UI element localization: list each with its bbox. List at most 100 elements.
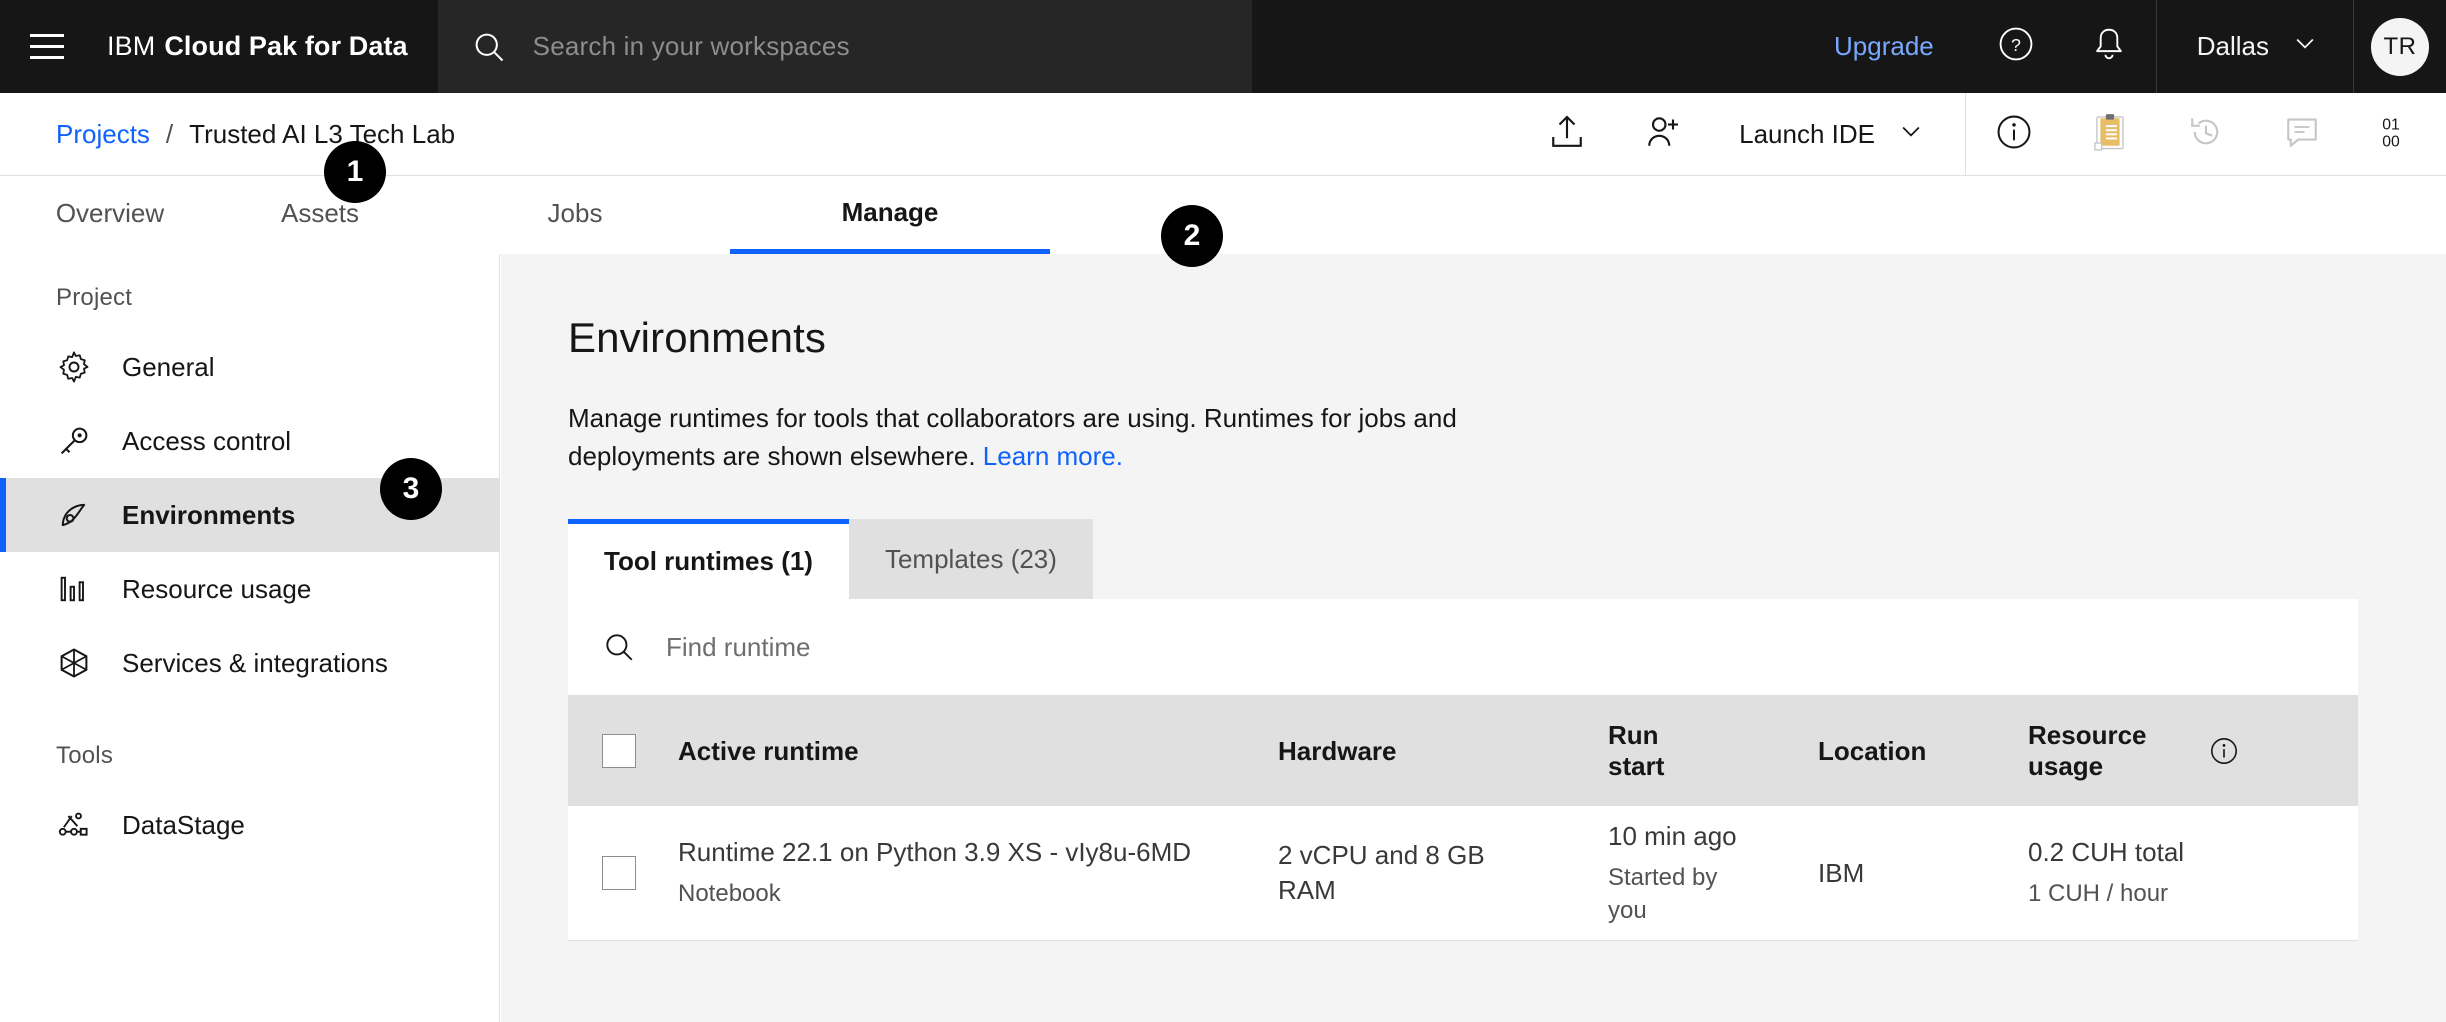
upgrade-link[interactable]: Upgrade <box>1798 0 1970 93</box>
runtimes-panel: Find runtime Active runtime Hardware Run… <box>568 599 2358 941</box>
annotation-badge-2: 2 <box>1161 205 1223 267</box>
help-circle-icon: ? <box>1997 25 2035 68</box>
tab-overview[interactable]: Overview <box>0 176 220 254</box>
column-resource-usage[interactable]: Resource usage <box>2028 696 2358 806</box>
user-avatar-button[interactable]: TR <box>2353 0 2446 93</box>
integrations-icon <box>56 644 94 682</box>
sidebar-item-resource-usage[interactable]: Resource usage <box>0 552 499 626</box>
binary-data-button[interactable]: 0100 <box>2350 93 2446 176</box>
key-icon <box>56 422 94 460</box>
find-runtime-input[interactable]: Find runtime <box>666 632 811 663</box>
column-resource-usage-label: Resource usage <box>2028 720 2178 782</box>
search-input[interactable]: Search in your workspaces <box>533 31 850 62</box>
runtime-name: Runtime 22.1 on Python 3.9 XS - vIy8u-6M… <box>678 835 1278 870</box>
notifications-button[interactable] <box>2063 0 2156 93</box>
brand-prefix: IBM <box>107 31 155 62</box>
launch-ide-label: Launch IDE <box>1739 119 1875 150</box>
sidebar-item-environments-label: Environments <box>122 500 295 531</box>
brand-name: Cloud Pak for Data <box>164 31 407 62</box>
cell-location: IBM <box>1818 806 2028 940</box>
header-spacer <box>1252 0 1798 93</box>
table-header: Active runtime Hardware Run start Locati… <box>568 696 2358 806</box>
project-toolbar: Launch IDE <box>1519 93 2446 176</box>
breadcrumb-current: Trusted AI L3 Tech Lab <box>189 119 455 150</box>
region-label: Dallas <box>2197 31 2269 62</box>
page-description: Manage runtimes for tools that collabora… <box>501 362 1601 475</box>
table-row[interactable]: Runtime 22.1 on Python 3.9 XS - vIy8u-6M… <box>568 806 2358 940</box>
svg-text:?: ? <box>2011 35 2021 55</box>
column-active-runtime[interactable]: Active runtime <box>678 696 1278 806</box>
row-select-cell <box>568 806 678 940</box>
column-hardware[interactable]: Hardware <box>1278 696 1608 806</box>
tab-assets-label: Assets <box>281 198 359 229</box>
global-search[interactable]: Search in your workspaces <box>438 0 1252 93</box>
breadcrumb-projects-link[interactable]: Projects <box>56 119 150 150</box>
project-sidebar: Project General Access control Environme… <box>0 254 500 1022</box>
sidebar-item-datastage[interactable]: DataStage <box>0 788 499 862</box>
environments-subtabs: Tool runtimes (1) Templates (23) <box>568 519 2446 599</box>
sidebar-item-general-label: General <box>122 352 215 383</box>
avatar: TR <box>2371 18 2429 76</box>
tab-jobs-label: Jobs <box>548 198 603 229</box>
upload-icon <box>1547 112 1587 157</box>
learn-more-link[interactable]: Learn more. <box>983 441 1123 471</box>
sidebar-section-project: Project <box>0 254 499 330</box>
cell-hardware: 2 vCPU and 8 GB RAM <box>1278 806 1608 940</box>
search-icon <box>602 630 636 664</box>
svg-text:00: 00 <box>2382 133 2400 150</box>
info-circle-icon[interactable] <box>2209 736 2239 766</box>
tab-jobs[interactable]: Jobs <box>420 176 730 254</box>
tab-manage[interactable]: Manage <box>730 176 1050 254</box>
upload-button[interactable] <box>1519 93 1615 176</box>
help-button[interactable]: ? <box>1970 0 2063 93</box>
clipboard-button[interactable] <box>2062 93 2158 176</box>
comment-button[interactable] <box>2254 93 2350 176</box>
select-all-cell <box>568 696 678 806</box>
subtab-templates[interactable]: Templates (23) <box>849 519 1093 599</box>
hamburger-menu-button[interactable] <box>0 0 93 93</box>
comment-icon <box>2282 112 2322 157</box>
bell-icon <box>2090 25 2128 68</box>
gear-icon <box>56 348 94 386</box>
breadcrumb-separator: / <box>166 119 173 150</box>
table-header-row: Active runtime Hardware Run start Locati… <box>568 696 2358 806</box>
cell-resource-usage: 0.2 CUH total 1 CUH / hour <box>2028 806 2358 940</box>
sidebar-item-general[interactable]: General <box>0 330 499 404</box>
brand-logo[interactable]: IBM Cloud Pak for Data <box>93 0 438 93</box>
hardware-value: 2 vCPU and 8 GB RAM <box>1278 838 1488 908</box>
binary-data-icon: 0100 <box>2377 111 2419 158</box>
chevron-down-icon <box>2291 29 2319 64</box>
cell-run-start: 10 min ago Started by you <box>1608 806 1818 940</box>
region-selector[interactable]: Dallas <box>2156 0 2353 93</box>
history-button[interactable] <box>2158 93 2254 176</box>
page-title: Environments <box>501 254 2446 362</box>
sidebar-item-services-integrations[interactable]: Services & integrations <box>0 626 499 700</box>
launch-ide-button[interactable]: Launch IDE <box>1711 93 1965 176</box>
find-runtime-search[interactable]: Find runtime <box>568 599 2358 696</box>
tab-assets[interactable]: Assets <box>220 176 420 254</box>
resource-usage-rate: 1 CUH / hour <box>2028 878 2358 910</box>
run-start-value: 10 min ago <box>1608 819 1758 854</box>
svg-text:01: 01 <box>2382 116 2400 133</box>
main-content: Environments Manage runtimes for tools t… <box>501 254 2446 1022</box>
row-checkbox[interactable] <box>602 856 636 890</box>
tab-manage-label: Manage <box>842 197 939 228</box>
datastage-icon <box>56 806 94 844</box>
runtimes-table: Active runtime Hardware Run start Locati… <box>568 696 2358 941</box>
run-start-sub: Started by you <box>1608 862 1738 927</box>
column-run-start[interactable]: Run start <box>1608 696 1818 806</box>
annotation-badge-1: 1 <box>324 141 386 203</box>
select-all-checkbox[interactable] <box>602 734 636 768</box>
subtab-tool-runtimes-label: Tool runtimes (1) <box>604 546 813 577</box>
global-header: IBM Cloud Pak for Data Search in your wo… <box>0 0 2446 93</box>
subtab-tool-runtimes[interactable]: Tool runtimes (1) <box>568 519 849 599</box>
info-button[interactable] <box>1966 93 2062 176</box>
annotation-badge-3: 3 <box>380 458 442 520</box>
subtab-templates-label: Templates (23) <box>885 544 1057 575</box>
add-user-icon <box>1643 112 1683 157</box>
clipboard-icon <box>2088 110 2132 159</box>
column-location[interactable]: Location <box>1818 696 2028 806</box>
breadcrumb: Projects / Trusted AI L3 Tech Lab <box>0 119 455 150</box>
add-collaborator-button[interactable] <box>1615 93 1711 176</box>
chevron-down-icon <box>1897 117 1925 152</box>
